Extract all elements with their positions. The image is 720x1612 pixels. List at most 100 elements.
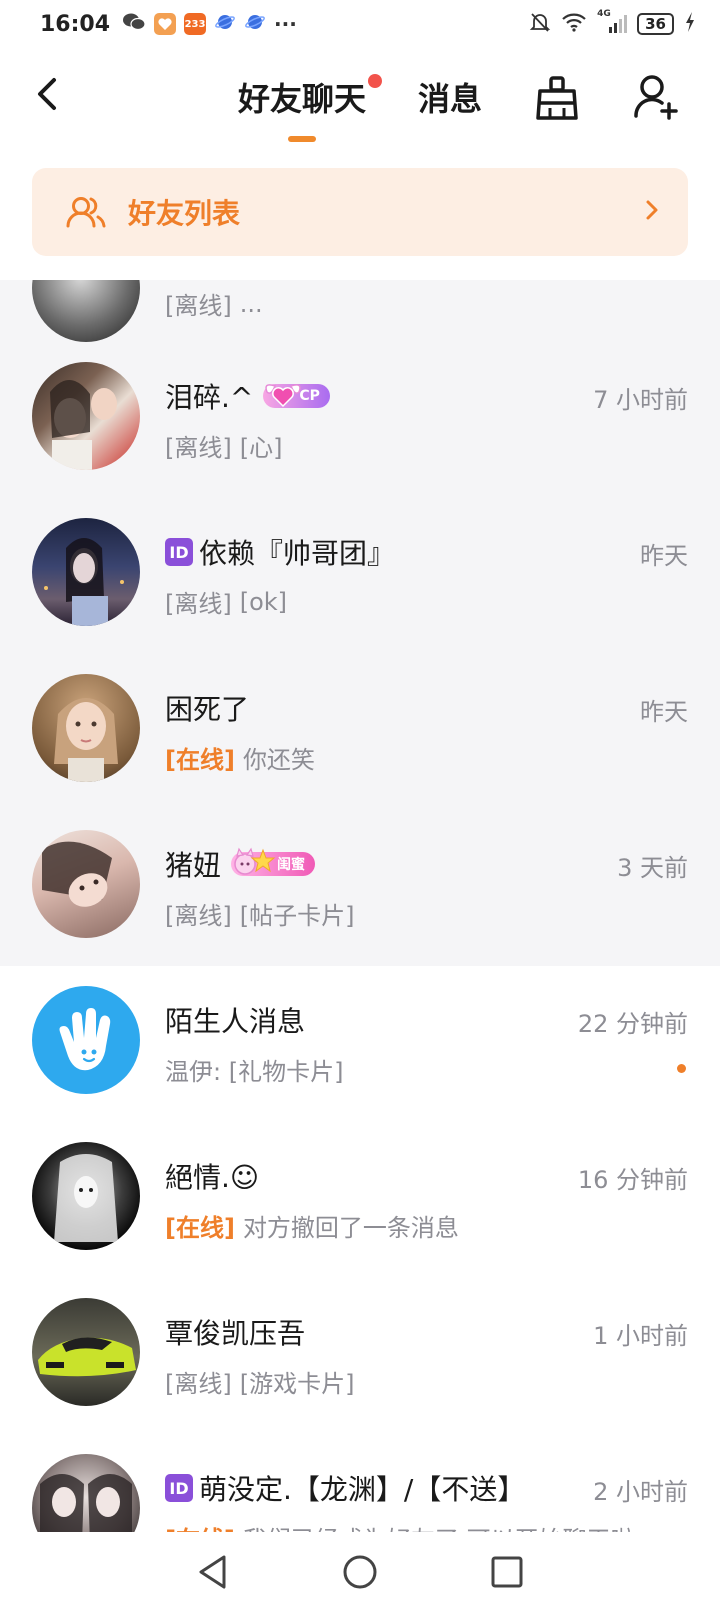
chevron-left-icon [38, 78, 56, 110]
conversation-row[interactable]: ID 依赖『帅哥团』 昨天 [离线] [ok] [0, 498, 720, 654]
friend-list-label: 好友列表 [128, 197, 241, 230]
mute-icon [529, 11, 551, 37]
avatar [32, 362, 140, 470]
online-status: [在线] [165, 746, 235, 774]
conversation-row[interactable]: ID 萌没定.【龙渊】/【不送】 2 小时前 [在线] 我们已经成为好友了,可以… [0, 1434, 720, 1532]
online-status: [离线] [165, 590, 232, 618]
clear-unread-button[interactable] [532, 74, 582, 124]
avatar [32, 518, 140, 626]
bestie-badge: 闺蜜 [231, 847, 316, 876]
wechat-icon [122, 11, 146, 37]
conversation-row[interactable]: 泪碎.^ CP 7 小时前 [离线] [心] [0, 342, 720, 498]
conversation-title: 泪碎.^ CP [165, 376, 330, 416]
last-message: [游戏卡片] [239, 1370, 355, 1398]
battery-level: 36 [637, 13, 674, 35]
conversation-time: 2 小时前 [593, 1478, 688, 1506]
conversation-title: 陌生人消息 [165, 1000, 305, 1040]
last-message: [心] [239, 434, 283, 462]
active-tab-indicator [288, 136, 316, 142]
wifi-icon [561, 11, 587, 37]
nav-back-button[interactable] [183, 1542, 243, 1602]
online-status: [在线] [165, 1520, 235, 1532]
avatar [32, 1454, 140, 1532]
tab-friend-chat[interactable]: 好友聊天 [238, 74, 366, 120]
status-time: 16:04 [40, 11, 111, 37]
contact-name: 覃俊凯压吾 [165, 1317, 306, 1350]
triangle-back-icon [199, 1555, 226, 1589]
conversation-row[interactable]: 困死了 昨天 [在线] 你还笑 [0, 654, 720, 810]
avatar [32, 1298, 140, 1406]
contact-name: 萌没定.【龙渊】/【不送】 [199, 1473, 526, 1506]
back-button[interactable] [28, 72, 68, 116]
conversation-title: 猪妞 闺蜜 [165, 844, 316, 884]
chevron-right-icon [644, 198, 660, 226]
screen: 16:04 233 ··· 4G 36 好友聊天 消息 好友列表 [离线] ..… [0, 0, 720, 1612]
id-badge: ID [165, 538, 193, 566]
last-message: ... [239, 289, 263, 318]
car-icon [38, 1337, 136, 1377]
cp-badge: CP [263, 384, 330, 408]
conversation-time: 1 小时前 [593, 1322, 688, 1350]
conversation-time: 昨天 [640, 698, 688, 726]
online-status: [离线] [165, 1370, 232, 1398]
contact-name: 陌生人消息 [165, 1005, 306, 1038]
conversation-row[interactable]: 猪妞 闺蜜 3 天前 [离线] [帖子卡片] [0, 810, 720, 966]
conversation-preview: [在线] 你还笑 [165, 740, 315, 775]
friend-list-banner[interactable]: 好友列表 [32, 168, 688, 256]
conversation-time: 3 天前 [617, 854, 688, 882]
top-navigation: 好友聊天 消息 [0, 60, 720, 148]
conversation-time: 22 分钟前 [577, 1010, 688, 1038]
conversation-time: 昨天 [640, 542, 688, 570]
contact-name: 絕情.☺ [165, 1161, 260, 1194]
id-badge: ID [165, 1474, 193, 1502]
cat-star-icon [234, 847, 276, 875]
conversation-time: 7 小时前 [593, 386, 688, 414]
broom-icon [536, 76, 578, 120]
online-status: [在线] [165, 1214, 235, 1242]
conversation-list[interactable]: [离线] ... 泪碎.^ CP 7 小时前 [离线] [心] ID 依赖『帅哥… [0, 280, 720, 1532]
conversation-preview: [在线] 对方撤回了一条消息 [165, 1208, 459, 1243]
conversation-preview: [离线] ... [165, 286, 263, 321]
conversation-row[interactable]: [离线] ... [0, 280, 720, 342]
contact-name: 依赖『帅哥团』 [199, 537, 396, 570]
last-message: [ok] [239, 587, 288, 616]
conversation-row[interactable]: 絕情.☺ 16 分钟前 [在线] 对方撤回了一条消息 [0, 1122, 720, 1278]
square-recents-icon [491, 1556, 523, 1588]
nav-recents-button[interactable] [477, 1542, 537, 1602]
status-bar-right: 4G 36 [529, 9, 696, 37]
last-message: 我们已经成为好友了,可以开始聊天啦 [243, 1520, 635, 1532]
avatar [32, 830, 140, 938]
status-bar: 16:04 233 ··· 4G 36 [0, 0, 720, 48]
last-message: 你还笑 [242, 746, 315, 774]
add-friend-button[interactable] [632, 72, 682, 122]
tab-messages[interactable]: 消息 [418, 74, 482, 120]
conversation-row[interactable]: 覃俊凯压吾 1 小时前 [离线] [游戏卡片] [0, 1278, 720, 1434]
app-planet-icon [214, 11, 236, 37]
conversation-preview: [离线] [心] [165, 428, 282, 463]
signal-icon: 4G [597, 9, 628, 35]
conversation-title: 困死了 [165, 688, 249, 728]
stranger-messages-avatar [32, 986, 140, 1094]
conversation-time: 16 分钟前 [577, 1166, 688, 1194]
circle-home-icon [343, 1555, 377, 1589]
last-message: [帖子卡片] [239, 902, 355, 930]
conversation-row[interactable]: 陌生人消息 22 分钟前 温伊: [礼物卡片] [0, 966, 720, 1122]
conversation-title: 覃俊凯压吾 [165, 1312, 305, 1352]
online-status: [离线] [165, 902, 232, 930]
conversation-preview: 温伊: [礼物卡片] [165, 1052, 343, 1087]
bestie-badge-label: 闺蜜 [277, 857, 306, 873]
conversation-preview: [离线] [ok] [165, 584, 287, 619]
contact-name: 猪妞 [165, 849, 222, 882]
avatar [32, 674, 140, 782]
last-message: 对方撤回了一条消息 [242, 1214, 459, 1242]
app-233-icon: 233 [184, 13, 207, 35]
unread-dot [677, 1064, 686, 1073]
nav-home-button[interactable] [330, 1542, 390, 1602]
conversation-title: ID 依赖『帅哥团』 [165, 532, 395, 572]
avatar [32, 280, 140, 342]
conversation-title: 絕情.☺ [165, 1156, 259, 1196]
friends-icon [66, 197, 106, 228]
conversation-preview: [在线] 我们已经成为好友了,可以开始聊天啦 [165, 1520, 635, 1532]
wave-hand-icon [59, 1008, 111, 1071]
conversation-preview: [离线] [游戏卡片] [165, 1364, 354, 1399]
